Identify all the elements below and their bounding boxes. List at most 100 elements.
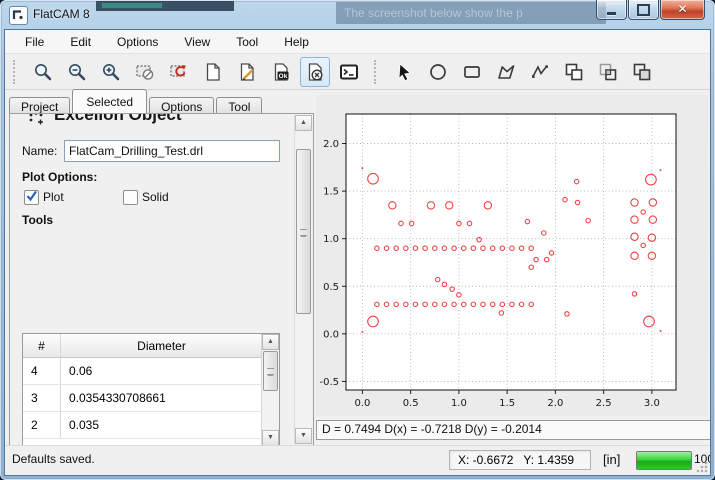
tab-bar: ProjectSelectedOptionsTool: [9, 89, 309, 112]
draw-path-icon: [530, 62, 550, 82]
edit-object-button[interactable]: [232, 57, 262, 87]
svg-text:2.0: 2.0: [323, 139, 339, 150]
svg-text:1.5: 1.5: [499, 398, 515, 409]
zoom-out-button[interactable]: [62, 57, 92, 87]
toolbar-grip[interactable]: [13, 60, 20, 84]
menu-view[interactable]: View: [174, 32, 220, 52]
status-message: Defaults saved.: [12, 452, 95, 466]
polygon-union-button[interactable]: [559, 57, 589, 87]
column-header-number: #: [23, 334, 61, 357]
column-header-diameter: Diameter: [61, 334, 262, 357]
selected-panel: Excellon Object Name: Plot Options: Plot…: [9, 113, 314, 446]
menu-help[interactable]: Help: [274, 32, 319, 52]
polygon-subtract-icon: [632, 62, 652, 82]
scroll-up-icon[interactable]: ▲: [295, 115, 312, 131]
polygon-union-icon: [564, 62, 584, 82]
cancel-edit-icon: [305, 62, 325, 82]
zoom-in-button[interactable]: [96, 57, 126, 87]
select-icon: [394, 62, 414, 82]
zoom-fit-button[interactable]: [28, 57, 58, 87]
resize-grip[interactable]: [696, 461, 708, 473]
draw-circle-icon: [428, 62, 448, 82]
replot-button[interactable]: [164, 57, 194, 87]
scroll-up-icon[interactable]: ▲: [262, 334, 279, 350]
table-scrollbar[interactable]: ▲ ▼: [261, 334, 279, 445]
window-title: FlatCAM 8: [33, 7, 90, 21]
menu-tool[interactable]: Tool: [226, 32, 268, 52]
zoom-fit-icon: [33, 62, 53, 82]
units-label: [in]: [603, 452, 620, 467]
draw-polygon-button[interactable]: [491, 57, 521, 87]
background-window-text: The screenshot below show the p: [336, 2, 606, 24]
toolbar-main: Ok: [26, 57, 366, 87]
clear-plot-icon: [135, 62, 155, 82]
toolbar-grip[interactable]: [374, 60, 381, 84]
scroll-down-icon[interactable]: ▼: [262, 430, 279, 445]
draw-polygon-icon: [496, 62, 516, 82]
toolbar-draw: [387, 57, 659, 87]
draw-rectangle-icon: [462, 62, 482, 82]
solid-checkbox-label[interactable]: Solid: [142, 190, 169, 204]
svg-text:0.0: 0.0: [354, 398, 370, 409]
menu-file[interactable]: File: [15, 32, 54, 52]
svg-text:Ok: Ok: [279, 72, 288, 79]
svg-text:0.5: 0.5: [403, 398, 419, 409]
flatcam-window: The screenshot below show the p FlatCAM …: [0, 0, 715, 480]
toolbar: Ok: [5, 54, 710, 90]
tools-table: # Diameter 40.0630.035433070866120.035 ▲…: [22, 333, 280, 445]
command-line-button[interactable]: [334, 57, 364, 87]
table-row[interactable]: 40.06: [23, 358, 262, 385]
panel-scrollbar[interactable]: ▲ ▼: [294, 115, 312, 444]
accept-edit-icon: Ok: [271, 62, 291, 82]
close-button[interactable]: ✕: [660, 0, 705, 20]
panel-scrollbar-thumb[interactable]: [296, 149, 311, 314]
name-input[interactable]: [64, 140, 280, 162]
zoom-in-icon: [101, 62, 121, 82]
polygon-intersection-button[interactable]: [593, 57, 623, 87]
table-row[interactable]: 20.035: [23, 412, 262, 439]
svg-text:1.0: 1.0: [451, 398, 467, 409]
command-line-icon: [339, 62, 359, 82]
svg-text:-0.5: -0.5: [319, 377, 339, 388]
accept-edit-button[interactable]: Ok: [266, 57, 296, 87]
scroll-down-icon[interactable]: ▼: [295, 428, 312, 444]
svg-text:1.5: 1.5: [323, 187, 339, 198]
tools-table-header[interactable]: # Diameter: [23, 334, 262, 358]
window-controls: ✕: [595, 0, 705, 20]
draw-rectangle-button[interactable]: [457, 57, 487, 87]
plot-checkbox[interactable]: [24, 190, 39, 205]
table-row[interactable]: 30.0354330708661: [23, 385, 262, 412]
tools-label: Tools: [22, 213, 53, 227]
svg-text:3.0: 3.0: [644, 398, 660, 409]
draw-path-button[interactable]: [525, 57, 555, 87]
maximize-button[interactable]: [628, 0, 659, 20]
menu-options[interactable]: Options: [107, 32, 168, 52]
maximize-icon: [637, 4, 650, 16]
panel-title: Excellon Object: [54, 114, 182, 125]
progress-bar: [636, 451, 692, 470]
zoom-out-icon: [67, 62, 87, 82]
draw-circle-button[interactable]: [423, 57, 453, 87]
solid-checkbox[interactable]: [123, 190, 138, 205]
menu-bar: File Edit Options View Tool Help: [5, 30, 710, 54]
menu-edit[interactable]: Edit: [60, 32, 101, 52]
minimize-button[interactable]: [596, 0, 627, 20]
cancel-edit-button[interactable]: [300, 57, 330, 87]
titlebar[interactable]: The screenshot below show the p FlatCAM …: [0, 0, 715, 29]
polygon-subtract-button[interactable]: [627, 57, 657, 87]
polygon-intersection-icon: [598, 62, 618, 82]
svg-text:1.0: 1.0: [323, 234, 339, 245]
clear-plot-button[interactable]: [130, 57, 160, 87]
svg-text:2.5: 2.5: [596, 398, 612, 409]
table-scrollbar-thumb[interactable]: [263, 351, 278, 391]
plot-checkbox-label[interactable]: Plot: [43, 190, 64, 204]
name-label: Name:: [22, 144, 57, 158]
status-bar: Defaults saved. X: -0.6672 Y: 1.4359 [in…: [5, 445, 710, 475]
plot-canvas[interactable]: 0.00.51.01.52.02.53.0-0.50.00.51.01.52.0: [316, 95, 708, 416]
svg-text:0.0: 0.0: [323, 329, 339, 340]
edit-object-icon: [237, 62, 257, 82]
tab-selected[interactable]: Selected: [72, 89, 147, 113]
new-project-button[interactable]: [198, 57, 228, 87]
select-button[interactable]: [389, 57, 419, 87]
desktop-background: The screenshot below show the p FlatCAM …: [0, 0, 715, 480]
